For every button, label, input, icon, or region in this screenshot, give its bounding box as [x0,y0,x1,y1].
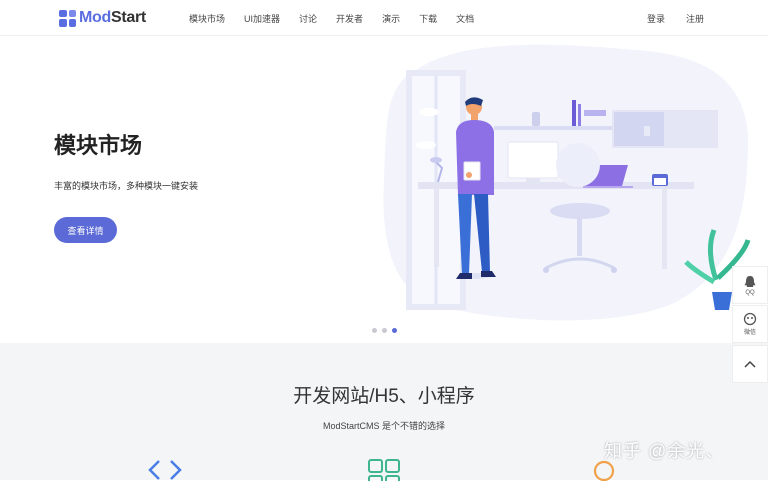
office-illustration [383,44,751,321]
grid-icon [368,459,400,481]
qq-icon [744,275,756,287]
wechat-icon [743,312,757,326]
top-navbar: ModStart 模块市场 UI加速器 讨论 开发者 演示 下载 文档 登录 注… [0,0,768,36]
nav-item-module-market[interactable]: 模块市场 [189,12,225,25]
carousel-indicators [372,328,402,333]
logo-text: ModStart [79,9,146,26]
back-to-top-button[interactable] [732,345,768,383]
wechat-float-button[interactable]: 微信 [732,305,768,343]
hero-banner: 模块市场 丰富的模块市场，多种模块一键安装 查看详情 [0,36,768,343]
carousel-dot[interactable] [382,328,387,333]
logo-icon [59,9,76,27]
register-link[interactable]: 注册 [686,12,704,25]
auth-links: 登录 注册 [626,12,704,25]
section-title: 开发网站/H5、小程序 [293,386,475,407]
nav-item-discussion[interactable]: 讨论 [299,12,317,25]
main-nav: 模块市场 UI加速器 讨论 开发者 演示 下载 文档 [189,12,493,25]
qq-float-button[interactable]: QQ [732,266,768,304]
chevron-up-icon [744,360,756,368]
view-details-button[interactable]: 查看详情 [54,217,117,243]
nav-item-download[interactable]: 下载 [419,12,437,25]
qq-label: QQ [745,289,755,296]
login-link[interactable]: 登录 [647,12,665,25]
nav-item-ui-accelerator[interactable]: UI加速器 [244,12,280,25]
nav-item-developer[interactable]: 开发者 [336,12,363,25]
watermark-text: 知乎 @余光、 [604,441,725,461]
code-icon [148,460,182,480]
section-subtitle: ModStartCMS 是个不错的选择 [322,421,445,431]
wechat-label: 微信 [743,330,756,336]
carousel-dot[interactable] [372,328,377,333]
hero-subtitle: 丰富的模块市场，多种模块一键安装 [54,181,199,191]
carousel-dot-active[interactable] [392,328,397,333]
nav-item-docs[interactable]: 文档 [456,12,474,25]
hero-title: 模块市场 [54,133,143,158]
logo[interactable]: ModStart [59,9,146,27]
nav-item-demo[interactable]: 演示 [382,12,400,25]
